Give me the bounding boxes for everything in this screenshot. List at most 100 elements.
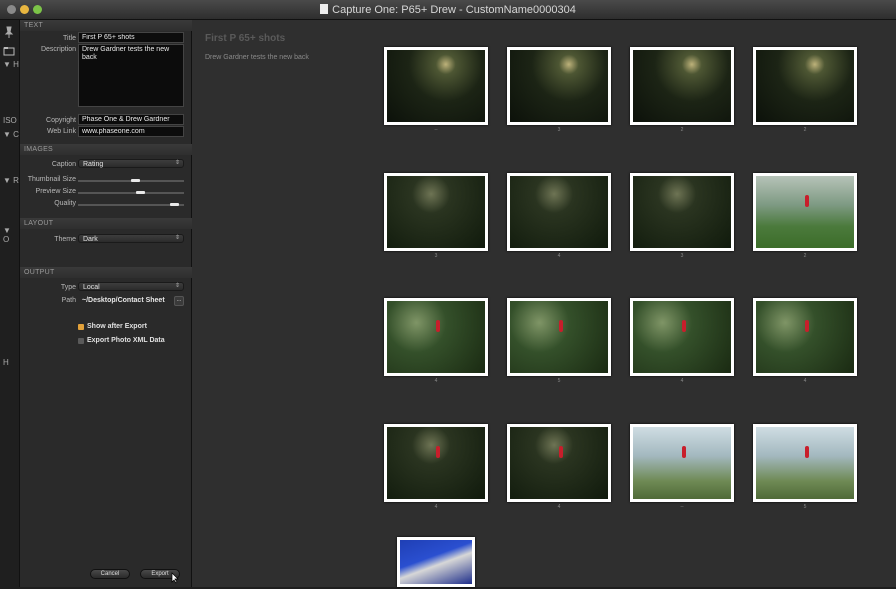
description-label: Description [40,46,76,53]
subject-figure [805,195,809,207]
theme-label: Theme [54,236,76,243]
thumbnail-image[interactable] [753,47,857,125]
tool-label-o: O [3,235,10,244]
photo [756,301,854,373]
title-bar: Capture One: P65+ Drew - CustomName00003… [0,0,896,20]
show-after-export-checkbox[interactable] [78,324,84,330]
thumbnail-image[interactable] [753,424,857,502]
thumbnail-caption: 4 [434,504,438,510]
caption-dropdown[interactable]: Rating ⇕ [78,159,184,168]
photo [633,176,731,248]
thumbnail-image[interactable] [630,424,734,502]
theme-value: Dark [83,236,98,243]
thumbnail-image[interactable] [507,47,611,125]
dropdown-arrows-icon: ⇕ [174,235,180,241]
browse-path-button[interactable]: ... [174,296,184,306]
thumbnail-caption: 5 [803,504,807,510]
thumbnail-size-slider[interactable] [78,179,184,182]
photo [510,301,608,373]
thumbnail-image[interactable] [753,173,857,251]
subject-figure [436,446,440,458]
subject-figure [805,446,809,458]
subject-figure [805,320,809,332]
output-type-dropdown[interactable]: Local ⇕ [78,282,184,291]
thumbnail-image[interactable] [630,47,734,125]
section-header-layout[interactable]: LAYOUT [20,218,192,229]
cancel-button[interactable]: Cancel [90,569,130,579]
photo [400,540,472,584]
photo [510,427,608,499]
quality-label: Quality [54,200,76,207]
collapse-arrow-icon[interactable]: ▼ R [3,176,19,185]
thumbnail-caption: 2 [803,253,807,259]
thumbnail-image[interactable] [753,298,857,376]
thumbnail-caption: 4 [803,378,807,384]
thumbnail-image[interactable] [507,298,611,376]
photo [756,427,854,499]
photo [633,301,731,373]
contact-sheet-settings-panel: TEXT Title Description Drew Gardner test… [20,20,192,587]
subject-figure [682,446,686,458]
thumbnail-size-slider-knob[interactable] [131,179,141,182]
thumbnail-image[interactable] [384,298,488,376]
thumbnail-image[interactable] [630,298,734,376]
preview-size-slider[interactable] [78,191,184,194]
collapse-arrow-icon[interactable]: ▼ H [3,60,19,69]
preview-size-slider-knob[interactable] [136,191,146,194]
title-field[interactable] [78,32,184,43]
contact-sheet-preview: First P 65+ shots Drew Gardner tests the… [192,20,896,587]
photo [756,176,854,248]
section-header-images[interactable]: IMAGES [20,144,192,155]
export-xml-checkbox[interactable] [78,338,84,344]
subject-figure [559,320,563,332]
photo [387,176,485,248]
section-header-output[interactable]: OUTPUT [20,267,192,278]
folder-icon[interactable] [3,46,15,56]
show-after-export-label[interactable]: Show after Export [87,323,147,330]
thumbnail-caption: 4 [434,378,438,384]
preview-description: Drew Gardner tests the new back [205,54,309,61]
web-link-field[interactable] [78,126,184,137]
quality-slider[interactable] [78,203,184,206]
copyright-field[interactable] [78,114,184,125]
thumbnail-image[interactable] [384,173,488,251]
thumbnail-caption: -- [434,127,438,133]
tool-pin-icon[interactable] [3,26,15,38]
thumbnail-caption: 5 [557,378,561,384]
section-header-text[interactable]: TEXT [20,20,192,31]
tool-strip: ▼ H ISO ▼ C ▼ R ▼ O H [0,20,20,587]
output-type-value: Local [83,284,100,291]
tool-label-r: R [13,176,19,185]
photo [633,50,731,122]
thumbnail-size-label: Thumbnail Size [27,176,76,183]
thumbnail-caption: 3 [680,253,684,259]
thumbnail-caption: 4 [557,253,561,259]
mouse-cursor-icon [171,571,181,584]
theme-dropdown[interactable]: Dark ⇕ [78,234,184,243]
window-title-text: Capture One: P65+ Drew - CustomName00003… [332,4,576,16]
preview-size-label: Preview Size [35,188,76,195]
thumbnail-image[interactable] [384,424,488,502]
collapse-arrow-icon[interactable]: ▼ O [3,226,19,244]
description-field[interactable]: Drew Gardner tests the new back [78,44,184,107]
thumbnail-image[interactable] [397,537,475,587]
title-label: Title [63,35,76,42]
thumbnail-caption: 4 [557,504,561,510]
dropdown-arrows-icon: ⇕ [174,160,180,166]
export-xml-label[interactable]: Export Photo XML Data [87,337,165,344]
thumbnail-image[interactable] [507,424,611,502]
subject-figure [559,446,563,458]
collapse-arrow-icon[interactable]: ▼ C [3,130,19,139]
thumbnail-image[interactable] [384,47,488,125]
type-label: Type [60,284,76,291]
thumbnail-caption: 3 [434,253,438,259]
thumbnail-image[interactable] [630,173,734,251]
photo [756,50,854,122]
caption-label: Caption [51,161,76,168]
quality-slider-knob[interactable] [170,203,180,206]
copyright-label: Copyright [46,117,76,124]
path-label: Path [61,297,76,304]
thumbnail-image[interactable] [507,173,611,251]
thumbnail-caption: 4 [680,378,684,384]
output-path: ~/Desktop/Contact Sheet [82,297,165,304]
